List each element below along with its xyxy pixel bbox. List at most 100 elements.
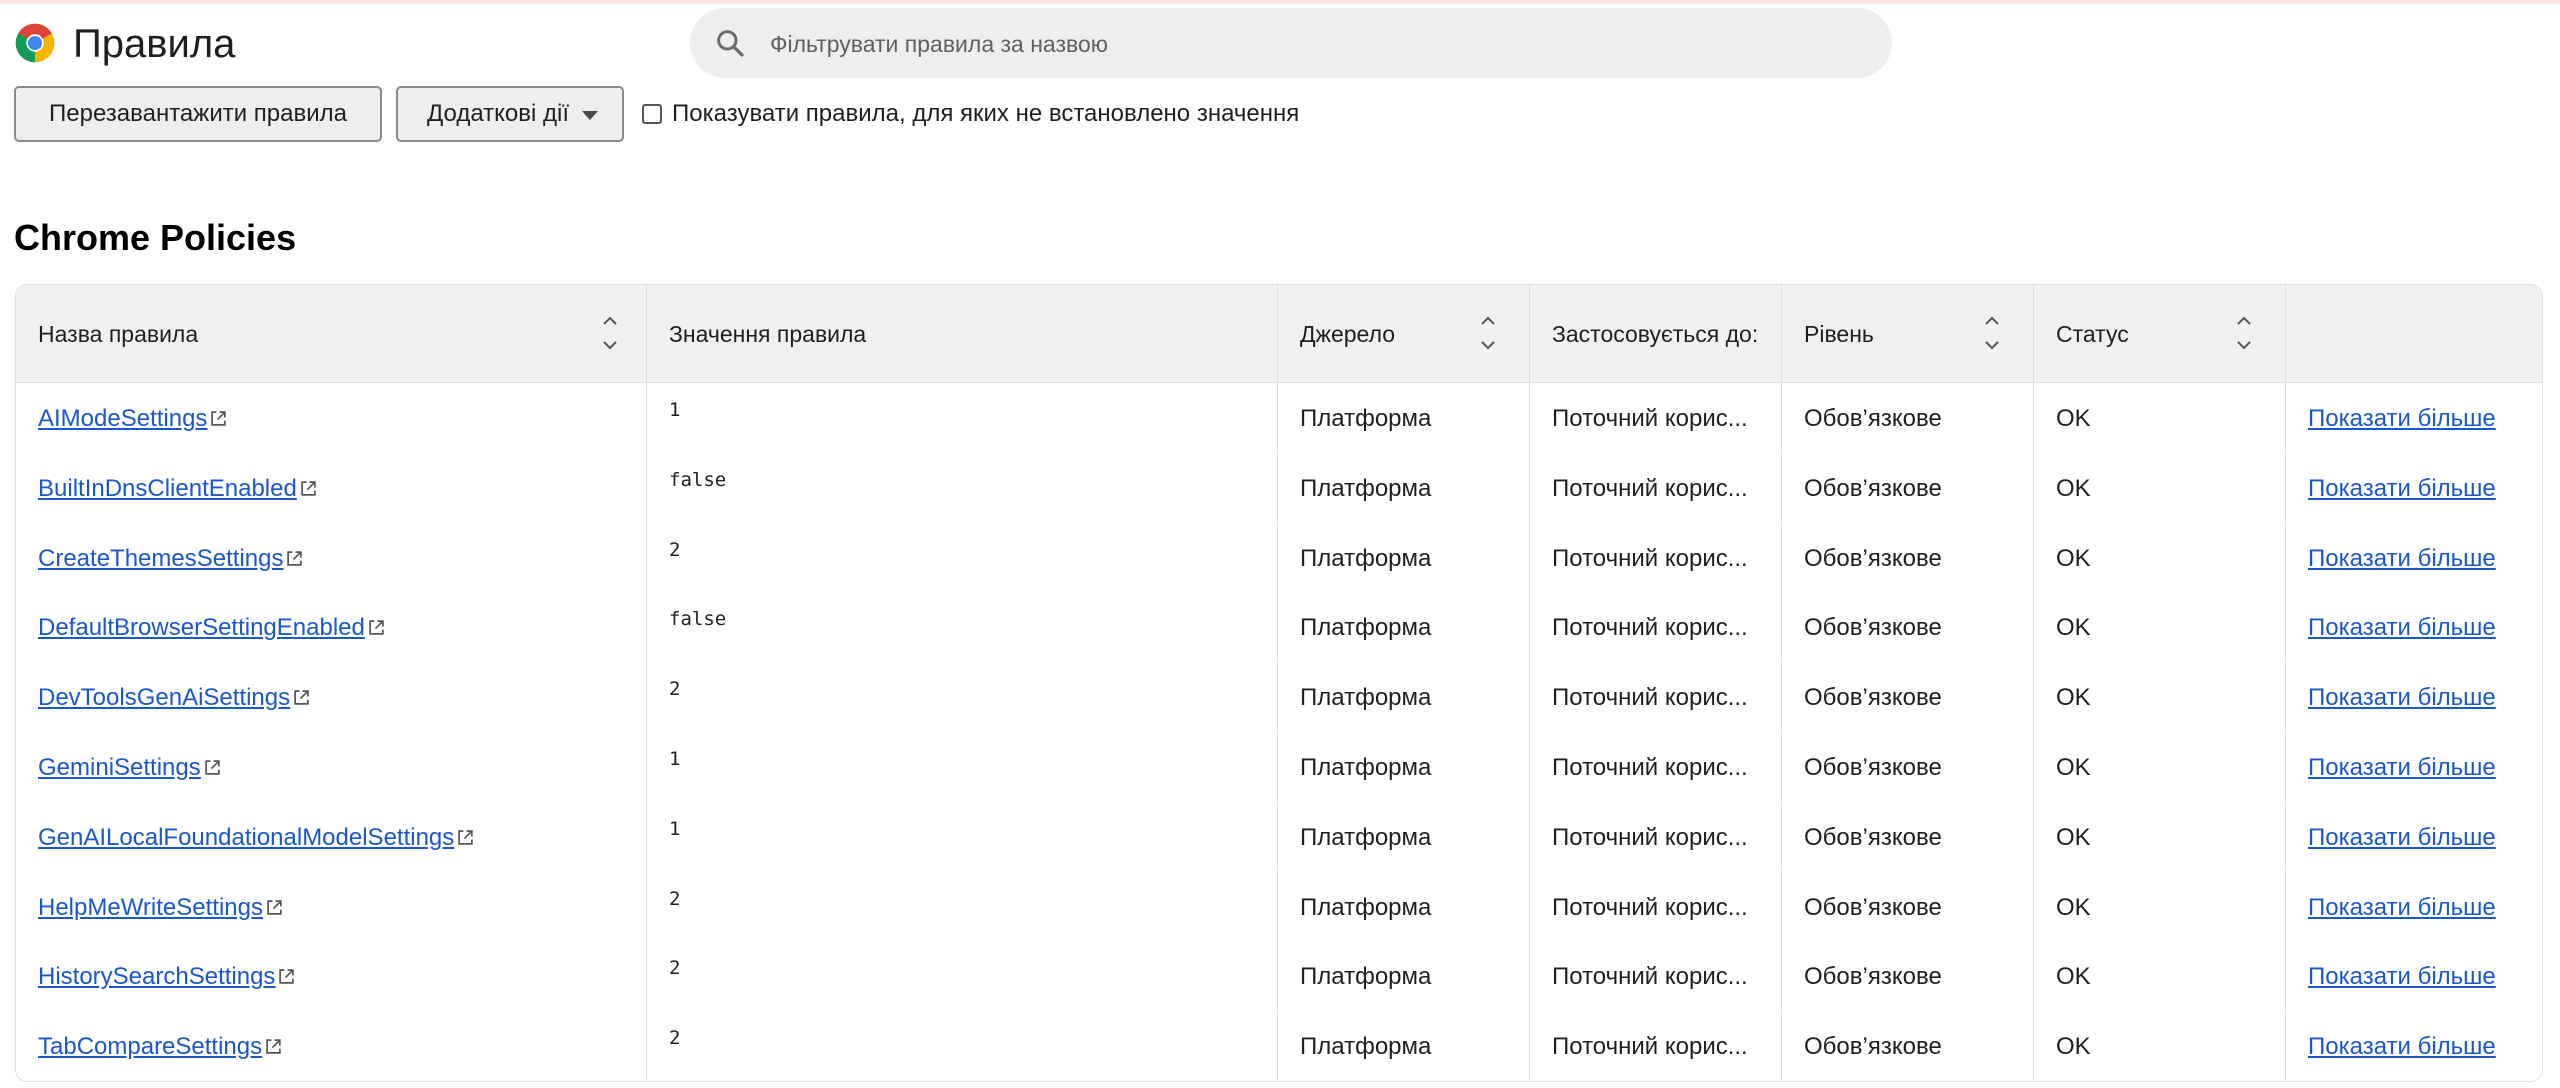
table-row: CreateThemesSettings 2 Платформа Поточний к… <box>16 522 2542 593</box>
external-link-icon[interactable] <box>210 410 227 427</box>
table-row: GeminiSettings 1 Платформа Поточний корис..… <box>16 731 2542 802</box>
more-actions-label: Додаткові дії <box>426 100 570 127</box>
show-more-link[interactable]: Показати більше <box>2308 545 2496 573</box>
source-cell: Платформа <box>1300 614 1432 642</box>
table-cell: GeminiSettings <box>16 731 647 801</box>
level-cell: Обов’язкове <box>1804 963 1942 991</box>
show-more-link[interactable]: Показати більше <box>2308 1033 2496 1061</box>
show-more-link[interactable]: Показати більше <box>2308 894 2496 922</box>
policy-name-cell: GeminiSettings <box>38 754 221 782</box>
external-link-icon[interactable] <box>286 550 303 567</box>
policy-table: Назва правила Значення правила Джерело Заст… <box>15 284 2543 1082</box>
chevron-down-icon <box>582 111 598 120</box>
table-cell: OK <box>2034 592 2286 662</box>
search-input[interactable] <box>768 8 1862 80</box>
table-cell: OK <box>2034 871 2286 941</box>
policy-name-link[interactable]: DefaultBrowserSettingEnabled <box>38 614 365 641</box>
show-unset-toggle[interactable]: Показувати правила, для яких не встановл… <box>642 86 1299 142</box>
table-row: DevToolsGenAiSettings 2 Платформа Поточний … <box>16 662 2542 732</box>
table-cell: Поточний корис... <box>1530 452 1782 522</box>
external-link-icon[interactable] <box>278 968 295 985</box>
status-cell: OK <box>2056 963 2091 991</box>
table-cell: DevToolsGenAiSettings <box>16 662 647 732</box>
table-cell: Показати більше <box>2286 592 2542 661</box>
table-cell: Платформа <box>1278 941 1530 1011</box>
sort-icon[interactable] <box>1982 311 2002 355</box>
table-cell: Обов’язкове <box>1782 383 2034 452</box>
show-more-link[interactable]: Показати більше <box>2308 475 2496 503</box>
external-link-icon[interactable] <box>300 480 317 497</box>
table-cell: false <box>647 592 1278 662</box>
applies-to-cell: Поточний корис... <box>1552 614 1748 642</box>
sort-icon[interactable] <box>1478 311 1498 355</box>
show-more-link[interactable]: Показати більше <box>2308 824 2496 852</box>
column-header[interactable]: Рівень <box>1782 285 2034 382</box>
table-cell: OK <box>2034 452 2286 522</box>
sort-icon[interactable] <box>2234 311 2254 355</box>
show-more-link[interactable]: Показати більше <box>2308 614 2496 642</box>
table-cell: CreateThemesSettings <box>16 522 647 592</box>
show-more-link[interactable]: Показати більше <box>2308 405 2496 433</box>
source-cell: Платформа <box>1300 893 1432 921</box>
search-box[interactable] <box>690 8 1892 80</box>
table-cell: Обов’язкове <box>1782 522 2034 592</box>
policy-name-link[interactable]: TabCompareSettings <box>38 1033 262 1060</box>
level-cell: Обов’язкове <box>1804 544 1942 572</box>
external-link-icon[interactable] <box>266 899 283 916</box>
policy-value-cell: 1 <box>669 399 681 421</box>
policy-name-link[interactable]: DevToolsGenAiSettings <box>38 684 290 711</box>
applies-to-cell: Поточний корис... <box>1552 474 1748 502</box>
policy-name-link[interactable]: GeminiSettings <box>38 754 201 781</box>
policy-name-link[interactable]: HelpMeWriteSettings <box>38 894 263 921</box>
column-header[interactable]: Назва правила <box>16 285 647 382</box>
show-more-link[interactable]: Показати більше <box>2308 963 2496 991</box>
applies-to-cell: Поточний корис... <box>1552 753 1748 781</box>
external-link-icon[interactable] <box>204 759 221 776</box>
policy-name-link[interactable]: CreateThemesSettings <box>38 545 283 572</box>
sort-icon[interactable] <box>600 311 620 355</box>
policy-name-link[interactable]: GenAILocalFoundationalModelSettings <box>38 824 454 851</box>
policy-name-cell: DefaultBrowserSettingEnabled <box>38 614 385 642</box>
column-header[interactable]: Джерело <box>1278 285 1530 382</box>
external-link-icon[interactable] <box>368 619 385 636</box>
level-cell: Обов’язкове <box>1804 474 1942 502</box>
source-cell: Платформа <box>1300 474 1432 502</box>
policy-name-cell: DevToolsGenAiSettings <box>38 684 310 712</box>
table-cell: 2 <box>647 871 1278 941</box>
table-cell: 1 <box>647 731 1278 801</box>
policy-value-cell: 2 <box>669 678 681 701</box>
policy-name-cell: GenAILocalFoundationalModelSettings <box>38 824 474 852</box>
table-cell: Показати більше <box>2286 802 2542 871</box>
external-link-icon[interactable] <box>293 689 310 706</box>
policy-value-cell: 2 <box>669 538 681 561</box>
column-header-label: Значення правила <box>669 321 867 347</box>
column-header[interactable]: Статус <box>2034 285 2286 382</box>
more-actions-button[interactable]: Додаткові дії <box>396 86 624 142</box>
table-row: HistorySearchSettings 2 Платформа Поточний … <box>16 941 2542 1011</box>
table-row: HelpMeWriteSettings 2 Платформа Поточний ко… <box>16 871 2542 942</box>
policy-name-link[interactable]: AIModeSettings <box>38 405 207 432</box>
show-more-link[interactable]: Показати більше <box>2308 754 2496 782</box>
table-cell: Поточний корис... <box>1530 383 1782 452</box>
external-link-icon[interactable] <box>457 829 474 846</box>
table-body: AIModeSettings 1 Платформа Поточний корис..… <box>16 383 2542 1081</box>
table-cell: 2 <box>647 662 1278 732</box>
table-cell: Платформа <box>1278 801 1530 871</box>
reload-policies-button[interactable]: Перезавантажити правила <box>14 86 382 142</box>
table-cell: Показати більше <box>2286 872 2542 941</box>
show-unset-checkbox[interactable] <box>642 104 662 124</box>
policy-name-link[interactable]: HistorySearchSettings <box>38 963 275 990</box>
source-cell: Платформа <box>1300 544 1432 572</box>
table-cell: OK <box>2034 383 2286 452</box>
show-more-link[interactable]: Показати більше <box>2308 684 2496 712</box>
table-cell: OK <box>2034 731 2286 801</box>
table-row: GenAILocalFoundationalModelSettings 1 Плат… <box>16 801 2542 872</box>
table-cell: Поточний корис... <box>1530 941 1782 1011</box>
status-cell: OK <box>2056 684 2091 712</box>
table-cell: Показати більше <box>2286 941 2542 1010</box>
table-cell: Показати більше <box>2286 523 2542 592</box>
policy-name-cell: HistorySearchSettings <box>38 963 295 991</box>
external-link-icon[interactable] <box>265 1038 282 1055</box>
policy-name-link[interactable]: BuiltInDnsClientEnabled <box>38 475 297 502</box>
table-cell: Поточний корис... <box>1530 662 1782 732</box>
